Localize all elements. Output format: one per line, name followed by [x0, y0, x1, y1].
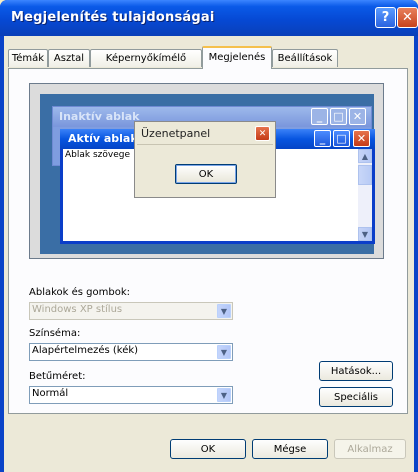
scroll-thumb	[358, 165, 372, 185]
tab-desktop[interactable]: Asztal	[48, 49, 90, 67]
ok-button[interactable]: OK	[170, 439, 246, 459]
message-box-preview: Üzenetpanel ✕ OK	[134, 121, 276, 198]
tab-screensaver[interactable]: Képernyőkímélő	[90, 49, 202, 67]
message-ok-button: OK	[175, 164, 237, 184]
font-size-value: Normál	[32, 388, 69, 399]
dialog-body: Témák Asztal Képernyőkímélő Megjelenés B…	[4, 36, 414, 472]
inactive-window-title: Inaktív ablak	[59, 110, 140, 123]
advanced-button[interactable]: Speciális	[319, 387, 393, 407]
active-window-title: Aktív ablak	[68, 132, 138, 145]
windows-buttons-label: Ablakok és gombok:	[29, 287, 130, 298]
maximize-icon: □	[333, 130, 350, 147]
color-scheme-label: Színséma:	[29, 328, 81, 339]
tab-appearance[interactable]: Megjelenés	[202, 46, 272, 69]
windows-buttons-select[interactable]: Windows XP stílus ▼	[29, 302, 233, 320]
message-title-bar: Üzenetpanel ✕	[137, 124, 273, 145]
window-text-sample: Ablak szövege	[65, 150, 130, 160]
tab-settings[interactable]: Beállítások	[272, 49, 338, 67]
color-scheme-select[interactable]: Alapértelmezés (kék) ▼	[29, 343, 233, 361]
help-icon: ?	[381, 10, 390, 25]
message-title: Üzenetpanel	[141, 127, 211, 140]
help-button[interactable]: ?	[375, 7, 396, 28]
tab-themes[interactable]: Témák	[8, 49, 48, 67]
title-bar[interactable]: Megjelenítés tulajdonságai ? ✕	[0, 0, 418, 36]
window-title: Megjelenítés tulajdonságai	[11, 10, 215, 25]
close-button[interactable]: ✕	[397, 7, 418, 28]
close-icon: ✕	[349, 108, 366, 125]
effects-button[interactable]: Hatások...	[319, 361, 393, 381]
close-icon: ✕	[402, 10, 413, 25]
close-icon: ✕	[255, 126, 270, 141]
maximize-icon: □	[330, 108, 347, 125]
appearance-preview: Inaktív ablak _ □ ✕ Aktív ablak _ □ ✕ Ab…	[29, 83, 384, 259]
windows-buttons-value: Windows XP stílus	[32, 304, 123, 315]
scroll-up-icon: ▲	[358, 149, 372, 163]
chevron-down-icon[interactable]: ▼	[217, 304, 231, 318]
font-size-select[interactable]: Normál ▼	[29, 386, 233, 404]
appearance-panel: Inaktív ablak _ □ ✕ Aktív ablak _ □ ✕ Ab…	[8, 68, 408, 414]
close-icon: ✕	[353, 130, 370, 147]
color-scheme-value: Alapértelmezés (kék)	[32, 345, 139, 356]
font-size-label: Betűméret:	[29, 371, 86, 382]
preview-scrollbar: ▲ ▼	[358, 149, 372, 241]
minimize-icon: _	[311, 108, 328, 125]
preview-desktop: Inaktív ablak _ □ ✕ Aktív ablak _ □ ✕ Ab…	[40, 94, 375, 254]
chevron-down-icon[interactable]: ▼	[217, 345, 231, 359]
display-properties-window: Megjelenítés tulajdonságai ? ✕ Témák Asz…	[0, 0, 418, 472]
minimize-icon: _	[314, 130, 331, 147]
apply-button[interactable]: Alkalmaz	[334, 439, 406, 459]
chevron-down-icon[interactable]: ▼	[217, 388, 231, 402]
scroll-down-icon: ▼	[358, 227, 372, 241]
cancel-button[interactable]: Mégse	[252, 439, 328, 459]
